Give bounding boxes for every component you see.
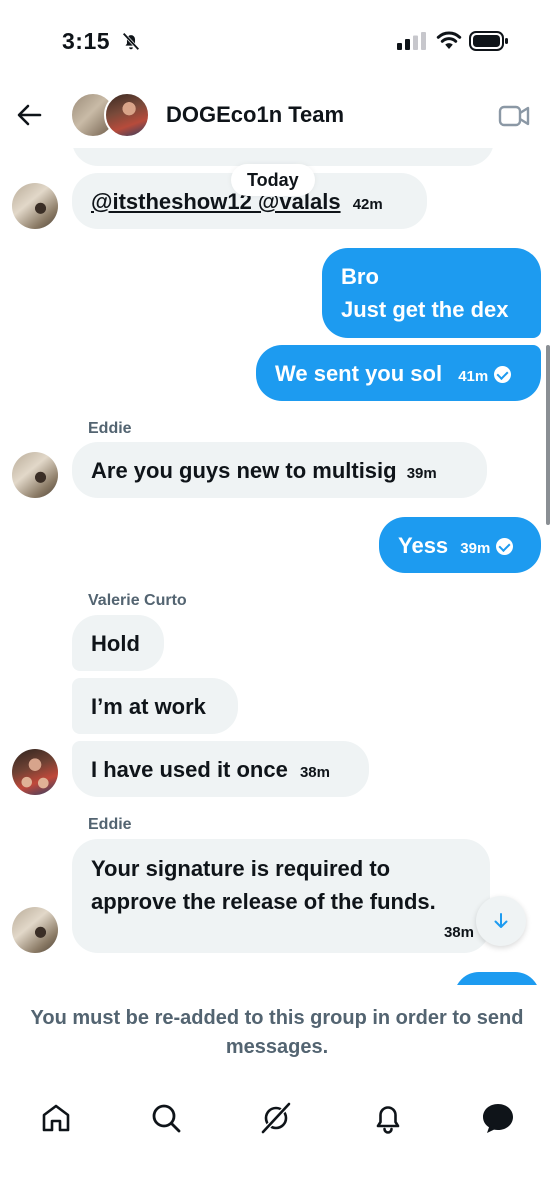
message-bubble[interactable]: Your signature is required to approve th… [72,839,490,953]
bell-off-icon [122,32,140,51]
message-time: 39m [406,465,437,482]
message-text: We sent you sol [275,361,443,386]
sender-avatar[interactable] [12,183,58,229]
message-bubble[interactable]: Hold [72,615,164,671]
message-time: 42m [352,196,383,213]
message-time: 39m [460,540,491,557]
conversation-header: DOGEco1n Team [0,82,554,148]
sender-avatar[interactable] [12,749,58,795]
battery-icon [469,31,508,51]
notifications-icon[interactable] [370,1100,406,1136]
arrow-down-icon [494,913,508,928]
member-avatar [104,92,150,138]
message-text: Bro [341,264,379,289]
sender-name: Eddie [88,816,132,833]
message-text: Hold [91,631,140,656]
back-arrow-icon[interactable] [14,100,44,130]
scrollbar[interactable] [546,345,550,525]
grok-icon[interactable] [258,1100,294,1136]
wifi-icon [436,31,462,49]
message-list[interactable]: Today @itstheshow12 @valals 42m Bro Just… [0,130,554,985]
search-icon[interactable] [148,1100,184,1136]
message-text: Yess [398,533,449,558]
sender-name: Valerie Curto [88,592,187,609]
sender-name: Eddie [88,420,132,437]
bottom-nav [0,1090,554,1146]
video-call-icon[interactable] [498,103,530,129]
messages-icon[interactable] [480,1100,516,1136]
sender-avatar[interactable] [12,907,58,953]
home-icon[interactable] [38,1100,74,1136]
message-text: Your signature is required to [91,856,391,881]
read-check-icon [494,366,512,383]
signal-icon [397,32,426,50]
message-time: 38m [443,924,474,941]
scroll-to-bottom-button[interactable] [476,896,526,946]
message-text: Just get the dex [341,297,509,322]
message-bubble[interactable]: Bro Just get the dex [322,248,541,338]
message-bubble[interactable]: Are you guys new to multisig 39m [72,442,487,498]
read-check-icon [496,538,514,555]
message-bubble[interactable]: We sent you sol 41m [256,345,541,401]
date-divider: Today [231,164,315,196]
group-removed-notice: You must be re-added to this group in or… [30,1007,524,1058]
message-time: 41m [458,368,489,385]
message-bubble[interactable]: I’m at work [72,678,238,734]
message-text: Are you guys new to multisig [91,458,397,483]
sender-avatar[interactable] [12,452,58,498]
message-bubble[interactable]: I have used it once 38m [72,741,369,797]
message-text: approve the release of the funds. [91,889,436,914]
message-text: I have used it once [91,757,288,782]
conversation-title[interactable]: DOGEco1n Team [166,102,344,128]
message-bubble[interactable]: Yess 39m [379,517,541,573]
message-bubble-cutoff [454,972,540,985]
status-time: 3:15 [62,28,111,54]
status-bar: 3:15 [0,0,554,80]
group-avatar[interactable] [70,90,152,140]
message-text: I’m at work [91,694,206,719]
message-time: 38m [299,764,330,781]
